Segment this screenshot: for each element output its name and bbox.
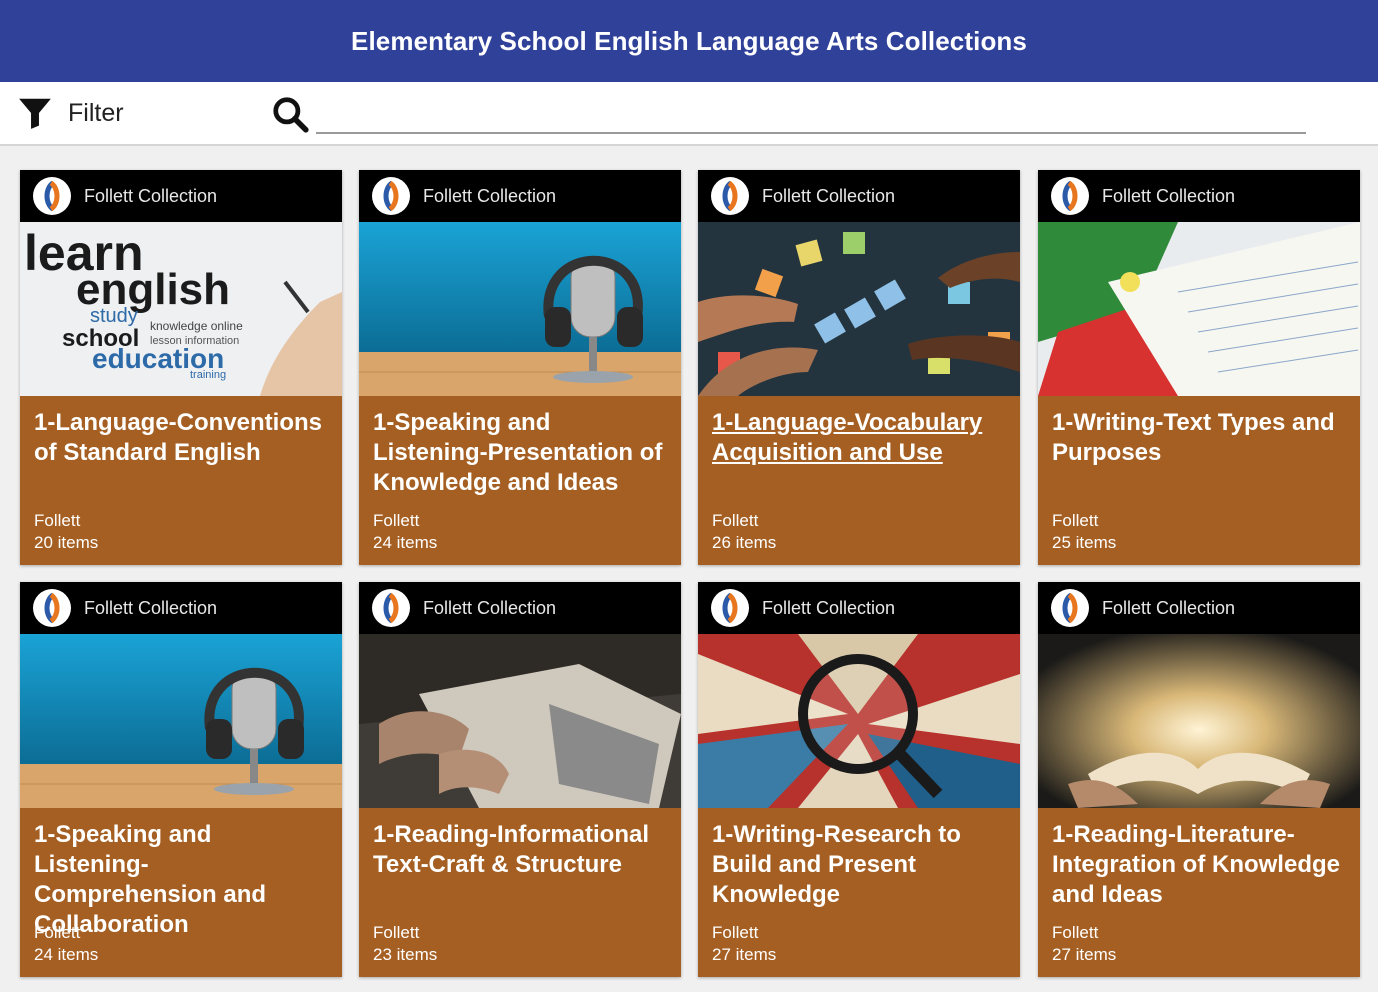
card-title[interactable]: 1-Reading-Informational Text-Craft & Str… xyxy=(373,820,669,930)
card-item-count: 20 items xyxy=(34,533,99,552)
follett-logo-icon xyxy=(33,589,71,627)
card-image xyxy=(20,634,342,808)
card-meta: Follett 27 items xyxy=(1052,922,1116,966)
card-header: Follett Collection xyxy=(20,170,342,222)
card-header: Follett Collection xyxy=(359,582,681,634)
card-item-count: 23 items xyxy=(373,945,438,964)
card-publisher: Follett xyxy=(1052,923,1099,942)
follett-logo-icon xyxy=(711,177,749,215)
search-icon[interactable] xyxy=(271,95,309,133)
card-title[interactable]: 1-Speaking and Listening-Presentation of… xyxy=(373,408,669,518)
collection-card[interactable]: Follett Collection 1-Speaking and Listen… xyxy=(359,170,681,565)
card-image: learn english study school education kno… xyxy=(20,222,342,396)
follett-logo-icon xyxy=(372,589,410,627)
collection-card[interactable]: Follett Collection learn english study s… xyxy=(20,170,342,565)
card-meta: Follett 25 items xyxy=(1052,510,1116,554)
collection-card[interactable]: Follett Collection 1-Reading-Literature-… xyxy=(1038,582,1360,977)
card-publisher: Follett xyxy=(1052,511,1099,530)
card-image xyxy=(698,222,1020,396)
card-title[interactable]: 1-Reading-Literature-Integration of Know… xyxy=(1052,820,1348,930)
card-source: Follett Collection xyxy=(423,185,557,206)
collection-card[interactable]: Follett Collection 1-Speaking and Listen… xyxy=(20,582,342,977)
filter-bar: Filter xyxy=(0,82,1378,146)
card-header: Follett Collection xyxy=(1038,170,1360,222)
card-item-count: 24 items xyxy=(373,533,438,552)
card-publisher: Follett xyxy=(373,511,420,530)
card-title[interactable]: 1-Language-Conventions of Standard Engli… xyxy=(34,408,330,518)
card-publisher: Follett xyxy=(34,511,81,530)
card-item-count: 27 items xyxy=(712,945,777,964)
filter-button[interactable]: Filter xyxy=(16,94,124,132)
card-publisher: Follett xyxy=(34,923,81,942)
card-publisher: Follett xyxy=(712,923,759,942)
card-publisher: Follett xyxy=(712,511,759,530)
card-header: Follett Collection xyxy=(20,582,342,634)
svg-text:knowledge online: knowledge online xyxy=(150,319,243,333)
collection-card[interactable]: Follett Collection 1-Language-Vocabulary… xyxy=(698,170,1020,565)
filter-icon xyxy=(19,98,51,129)
follett-logo-icon xyxy=(33,177,71,215)
card-image xyxy=(698,634,1020,808)
card-item-count: 26 items xyxy=(712,533,777,552)
filter-label: Filter xyxy=(68,98,124,127)
page-title: Elementary School English Language Arts … xyxy=(351,25,1027,56)
card-image xyxy=(359,222,681,396)
card-meta: Follett 24 items xyxy=(34,922,98,966)
card-source: Follett Collection xyxy=(84,597,218,618)
card-item-count: 25 items xyxy=(1052,533,1117,552)
card-source: Follett Collection xyxy=(762,597,896,618)
card-image xyxy=(1038,634,1360,808)
card-item-count: 24 items xyxy=(34,945,99,964)
card-source: Follett Collection xyxy=(762,185,896,206)
card-image xyxy=(1038,222,1360,396)
header-bar: Elementary School English Language Arts … xyxy=(0,0,1378,82)
card-meta: Follett 27 items xyxy=(712,922,776,966)
search-input[interactable] xyxy=(316,94,1306,134)
collection-card[interactable]: Follett Collection 1-Writing-Research to… xyxy=(698,582,1020,977)
card-title[interactable]: 1-Writing-Research to Build and Present … xyxy=(712,820,1008,930)
svg-text:study: study xyxy=(90,305,138,327)
follett-logo-icon xyxy=(372,177,410,215)
card-image xyxy=(359,634,681,808)
card-title[interactable]: 1-Speaking and Listening-Comprehension a… xyxy=(34,820,330,938)
card-header: Follett Collection xyxy=(1038,582,1360,634)
card-source: Follett Collection xyxy=(1102,597,1236,618)
collection-card[interactable]: Follett Collection 1-Reading-Information… xyxy=(359,582,681,977)
svg-text:lesson information: lesson information xyxy=(150,335,239,347)
card-header: Follett Collection xyxy=(359,170,681,222)
card-source: Follett Collection xyxy=(84,185,218,206)
card-meta: Follett 26 items xyxy=(712,510,776,554)
card-meta: Follett 20 items xyxy=(34,510,98,554)
card-title[interactable]: 1-Writing-Text Types and Purposes xyxy=(1052,408,1348,518)
card-item-count: 27 items xyxy=(1052,945,1117,964)
card-publisher: Follett xyxy=(373,923,420,942)
card-meta: Follett 24 items xyxy=(373,510,437,554)
card-header: Follett Collection xyxy=(698,170,1020,222)
card-source: Follett Collection xyxy=(1102,185,1236,206)
card-header: Follett Collection xyxy=(698,582,1020,634)
follett-logo-icon xyxy=(1051,589,1089,627)
svg-text:training: training xyxy=(190,369,226,381)
follett-logo-icon xyxy=(1051,177,1089,215)
card-title[interactable]: 1-Language-Vocabulary Acquisition and Us… xyxy=(712,408,1008,518)
card-source: Follett Collection xyxy=(423,597,557,618)
card-meta: Follett 23 items xyxy=(373,922,437,966)
follett-logo-icon xyxy=(711,589,749,627)
collection-card[interactable]: Follett Collection 1-Writing-Text Types … xyxy=(1038,170,1360,565)
